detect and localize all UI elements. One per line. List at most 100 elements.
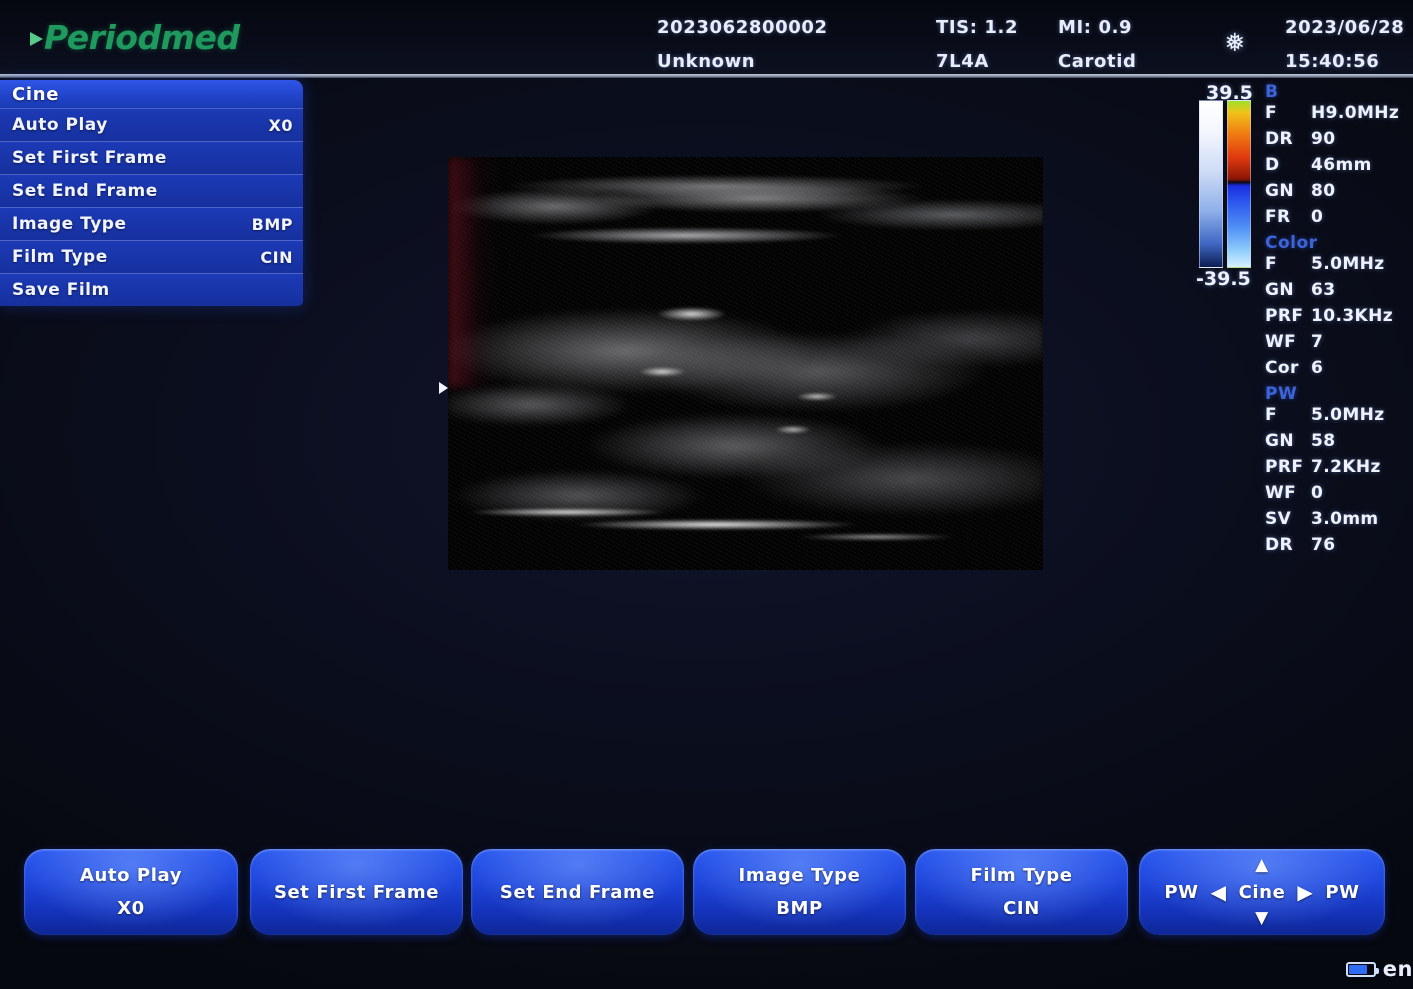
top-banner: Periodmed 2023062800002 Unknown TIS: 1.2… xyxy=(0,0,1413,76)
depth-marker-icon xyxy=(439,382,448,394)
param-key: PRF xyxy=(1265,457,1304,477)
menu-item-value: BMP xyxy=(251,214,293,234)
ultrasound-image-area[interactable] xyxy=(439,157,1043,570)
param-row-pw-dr: DR 76 xyxy=(1265,535,1413,561)
menu-item-value: X0 xyxy=(268,115,293,135)
velocity-scale-min: -39.5 xyxy=(1196,268,1251,290)
cine-menu-title: Cine xyxy=(0,80,303,108)
param-key: D xyxy=(1265,155,1280,175)
param-key: PRF xyxy=(1265,306,1304,326)
softkey-label: Set First Frame xyxy=(273,881,440,903)
param-key: F xyxy=(1265,405,1278,425)
nav-left-label[interactable]: PW xyxy=(1164,882,1198,903)
battery-icon xyxy=(1345,961,1379,977)
system-time: 15:40:56 xyxy=(1285,51,1380,72)
softkey-value: BMP xyxy=(776,898,823,919)
patient-id: 2023062800002 xyxy=(657,17,828,38)
param-value: 7 xyxy=(1311,332,1324,352)
menu-item-value: CIN xyxy=(260,247,293,267)
param-key: DR xyxy=(1265,129,1294,149)
param-value: 90 xyxy=(1311,129,1336,149)
param-row-pw-f: F 5.0MHz xyxy=(1265,405,1413,431)
param-row-color-wf: WF 7 xyxy=(1265,332,1413,358)
param-row-b-d: D 46mm xyxy=(1265,155,1413,181)
brand-logo: Periodmed xyxy=(30,18,240,57)
chevron-left-icon[interactable]: ◀ xyxy=(1211,882,1227,902)
mode-navigator-row: PW ◀ Cine ▶ PW xyxy=(1164,882,1359,903)
menu-item-save-film[interactable]: Save Film xyxy=(0,273,303,306)
param-row-color-gn: GN 63 xyxy=(1265,280,1413,306)
menu-item-auto-play[interactable]: Auto Play X0 xyxy=(0,108,303,141)
param-value: 0 xyxy=(1311,483,1324,503)
menu-item-set-end-frame[interactable]: Set End Frame xyxy=(0,174,303,207)
colorbar-group xyxy=(1199,100,1255,268)
imaging-parameters-panel: B F H9.0MHz DR 90 D 46mm GN 80 FR 0 Colo… xyxy=(1265,82,1413,561)
menu-item-label: Set First Frame xyxy=(12,148,167,168)
param-group-title-b: B xyxy=(1265,82,1279,102)
battery-fill xyxy=(1348,964,1367,974)
softkey-label: Set End Frame xyxy=(499,881,656,903)
param-row-pw-prf: PRF 7.2KHz xyxy=(1265,457,1413,483)
nav-center-label: Cine xyxy=(1238,881,1286,903)
chevron-right-icon[interactable]: ▶ xyxy=(1297,882,1313,902)
param-row-pw-wf: WF 0 xyxy=(1265,483,1413,509)
menu-item-label: Set End Frame xyxy=(12,181,158,201)
param-group-title-color: Color xyxy=(1265,233,1318,253)
param-value: 80 xyxy=(1311,181,1336,201)
param-key: F xyxy=(1265,254,1278,274)
param-row-b-dr: DR 90 xyxy=(1265,129,1413,155)
param-value: 7.2KHz xyxy=(1311,457,1381,477)
param-row-b-fr: FR 0 xyxy=(1265,207,1413,233)
softkey-set-end-frame[interactable]: Set End Frame xyxy=(471,849,684,935)
chevron-down-icon[interactable]: ▼ xyxy=(1255,910,1269,927)
param-value: 3.0mm xyxy=(1311,509,1379,529)
menu-item-image-type[interactable]: Image Type BMP xyxy=(0,207,303,240)
menu-item-set-first-frame[interactable]: Set First Frame xyxy=(0,141,303,174)
ultrasound-bmode-image[interactable] xyxy=(448,157,1043,570)
nav-right-label[interactable]: PW xyxy=(1325,882,1359,903)
mi-value: MI: 0.9 xyxy=(1058,17,1133,38)
param-group-title-pw: PW xyxy=(1265,384,1298,404)
menu-item-film-type[interactable]: Film Type CIN xyxy=(0,240,303,273)
snowflake-icon: ❅ xyxy=(1224,28,1246,57)
param-row-color-cor: Cor 6 xyxy=(1265,358,1413,384)
soft-key-bar: Auto Play X0 Set First Frame Set End Fra… xyxy=(0,849,1413,937)
param-value: 76 xyxy=(1311,535,1336,555)
softkey-image-type[interactable]: Image Type BMP xyxy=(693,849,906,935)
softkey-set-first-frame[interactable]: Set First Frame xyxy=(250,849,463,935)
param-key: FR xyxy=(1265,207,1291,227)
softkey-value: X0 xyxy=(117,898,145,919)
chevron-up-icon[interactable]: ▲ xyxy=(1255,857,1269,874)
language-indicator[interactable]: en xyxy=(1383,957,1413,981)
param-value: 46mm xyxy=(1311,155,1372,175)
param-value: H9.0MHz xyxy=(1311,103,1400,123)
param-key: SV xyxy=(1265,509,1292,529)
exam-preset: Carotid xyxy=(1058,51,1137,72)
param-value: 6 xyxy=(1311,358,1324,378)
softkey-mode-navigator[interactable]: ▲ PW ◀ Cine ▶ PW ▼ xyxy=(1139,849,1385,935)
param-value: 0 xyxy=(1311,207,1324,227)
system-date: 2023/06/28 xyxy=(1285,17,1405,38)
softkey-label: Image Type xyxy=(738,865,861,886)
param-value: 10.3KHz xyxy=(1311,306,1394,326)
param-value: 63 xyxy=(1311,280,1336,300)
softkey-auto-play[interactable]: Auto Play X0 xyxy=(24,849,238,935)
param-key: WF xyxy=(1265,483,1297,503)
param-row-pw-sv: SV 3.0mm xyxy=(1265,509,1413,535)
param-value: 5.0MHz xyxy=(1311,254,1385,274)
menu-item-label: Auto Play xyxy=(12,115,108,135)
menu-item-label: Save Film xyxy=(12,280,110,300)
brand-name: Periodmed xyxy=(44,18,240,57)
banner-divider xyxy=(0,74,1413,78)
param-value: 58 xyxy=(1311,431,1336,451)
param-value: 5.0MHz xyxy=(1311,405,1385,425)
grayscale-bar xyxy=(1199,100,1223,268)
param-key: F xyxy=(1265,103,1278,123)
status-bar: en xyxy=(1345,957,1413,981)
softkey-label: Film Type xyxy=(970,865,1073,886)
softkey-film-type[interactable]: Film Type CIN xyxy=(915,849,1128,935)
softkey-value: CIN xyxy=(1003,898,1040,919)
probe-model: 7L4A xyxy=(936,51,989,72)
menu-item-label: Film Type xyxy=(12,247,108,267)
velocity-color-bar xyxy=(1227,100,1251,268)
